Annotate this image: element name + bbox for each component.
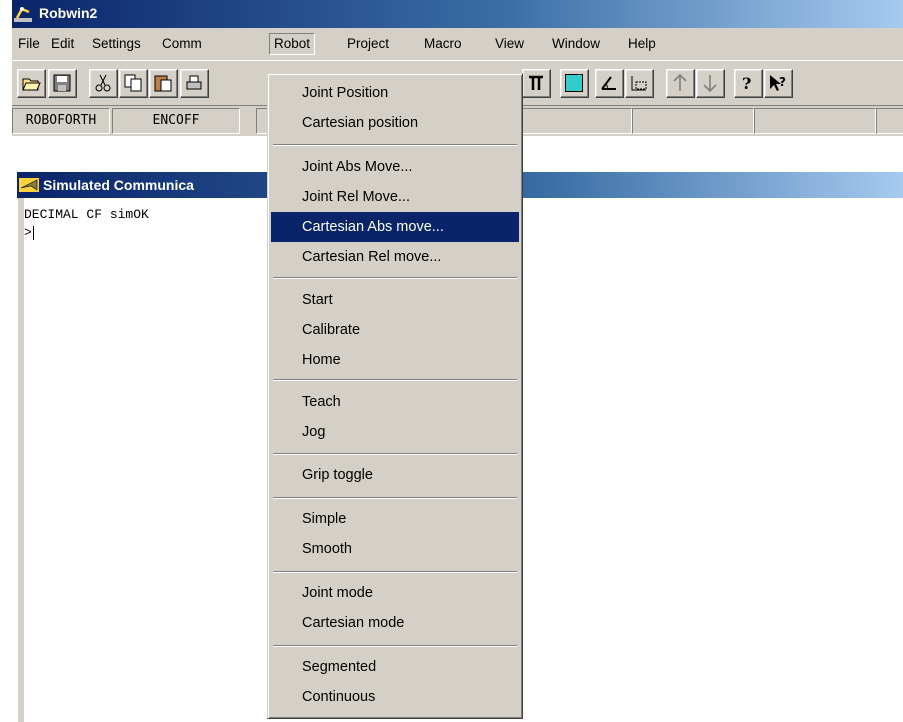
mode-panel-6[interactable] bbox=[754, 108, 876, 134]
menu-item-joint-abs-move[interactable]: Joint Abs Move... bbox=[271, 152, 519, 182]
title-bar: Robwin2 bbox=[12, 0, 903, 28]
print-icon bbox=[186, 75, 202, 90]
menu-help[interactable]: Help bbox=[628, 34, 656, 54]
console-prompt: > bbox=[24, 225, 32, 240]
menu-item-start[interactable]: Start bbox=[271, 285, 519, 315]
robot-arm-icon bbox=[14, 7, 32, 22]
window-title: Robwin2 bbox=[39, 5, 98, 21]
console-line: DECIMAL CF simOK bbox=[24, 207, 149, 222]
mode-panel-encoff[interactable]: ENCOFF bbox=[112, 108, 240, 134]
svg-text:?: ? bbox=[742, 74, 751, 93]
about-button[interactable]: ? bbox=[734, 69, 763, 98]
mode-panel-5[interactable] bbox=[632, 108, 754, 134]
paste-button[interactable] bbox=[149, 69, 178, 98]
menu-separator bbox=[273, 379, 517, 381]
up-button[interactable] bbox=[666, 69, 695, 98]
copy-button[interactable] bbox=[119, 69, 148, 98]
menu-window[interactable]: Window bbox=[552, 34, 600, 54]
angle-icon bbox=[601, 76, 616, 90]
menu-robot[interactable]: Robot bbox=[269, 33, 316, 55]
copy-icon bbox=[124, 74, 142, 92]
menu-item-cartesian-position[interactable]: Cartesian position bbox=[271, 108, 519, 138]
menu-item-grip-toggle[interactable]: Grip toggle bbox=[271, 460, 519, 490]
open-button[interactable] bbox=[17, 69, 46, 98]
trumpet-icon bbox=[19, 178, 39, 192]
terminal-output[interactable]: DECIMAL CF simOK > bbox=[24, 206, 149, 242]
mode-panel-roboforth[interactable]: ROBOFORTH bbox=[12, 108, 110, 134]
menu-separator bbox=[273, 453, 517, 455]
color-button[interactable] bbox=[560, 69, 589, 98]
arrow-up-icon bbox=[673, 73, 687, 91]
arrow-down-icon bbox=[703, 75, 717, 93]
print-button[interactable] bbox=[180, 69, 209, 98]
menu-separator bbox=[273, 277, 517, 279]
open-folder-icon bbox=[22, 78, 41, 91]
child-window-border bbox=[17, 198, 24, 722]
frame-icon bbox=[631, 76, 647, 91]
angle-button[interactable] bbox=[595, 69, 624, 98]
color-square-icon bbox=[565, 74, 583, 92]
frame-button[interactable] bbox=[625, 69, 654, 98]
about-help-icon: ? bbox=[742, 74, 751, 93]
menu-settings[interactable]: Settings bbox=[92, 34, 141, 54]
menu-item-smooth[interactable]: Smooth bbox=[271, 534, 519, 564]
menu-item-joint-rel-move[interactable]: Joint Rel Move... bbox=[271, 182, 519, 212]
menu-item-home[interactable]: Home bbox=[271, 345, 519, 375]
context-help-icon: ? bbox=[770, 75, 786, 91]
text-caret bbox=[32, 225, 34, 240]
child-window-title: Simulated Communica bbox=[43, 177, 194, 193]
menu-separator bbox=[273, 571, 517, 573]
menu-item-jog[interactable]: Jog bbox=[271, 417, 519, 447]
menu-item-cartesian-abs-move[interactable]: Cartesian Abs move... bbox=[271, 212, 519, 242]
menu-item-cartesian-mode[interactable]: Cartesian mode bbox=[271, 608, 519, 638]
menu-edit[interactable]: Edit bbox=[51, 34, 74, 54]
menu-bar: File Edit Settings Comm Robot Project Ma… bbox=[12, 28, 903, 60]
menu-item-calibrate[interactable]: Calibrate bbox=[271, 315, 519, 345]
svg-text:?: ? bbox=[779, 75, 786, 89]
mode-panel-7[interactable] bbox=[876, 108, 903, 134]
menu-view[interactable]: View bbox=[495, 34, 524, 54]
menu-item-joint-position[interactable]: Joint Position bbox=[271, 78, 519, 108]
console-prompt-line: > bbox=[24, 224, 149, 242]
menu-macro[interactable]: Macro bbox=[424, 34, 462, 54]
mode-panel-4[interactable] bbox=[508, 108, 632, 134]
menu-file[interactable]: File bbox=[18, 34, 40, 54]
menu-item-cartesian-rel-move[interactable]: Cartesian Rel move... bbox=[271, 242, 519, 272]
menu-separator bbox=[273, 645, 517, 647]
cut-button[interactable] bbox=[89, 69, 118, 98]
gripper-icon bbox=[529, 75, 543, 90]
save-button[interactable] bbox=[48, 69, 77, 98]
cut-icon bbox=[95, 74, 111, 92]
menu-project[interactable]: Project bbox=[347, 34, 389, 54]
menu-item-segmented[interactable]: Segmented bbox=[271, 652, 519, 682]
save-icon bbox=[53, 74, 71, 92]
gripper-button[interactable] bbox=[522, 69, 551, 98]
paste-icon bbox=[154, 75, 172, 92]
menu-separator bbox=[273, 144, 517, 146]
down-button[interactable] bbox=[696, 69, 725, 98]
menu-comm[interactable]: Comm bbox=[162, 34, 202, 54]
context-help-button[interactable]: ? bbox=[764, 69, 793, 98]
robot-menu-dropdown: Joint Position Cartesian position Joint … bbox=[267, 73, 523, 719]
menu-item-teach[interactable]: Teach bbox=[271, 387, 519, 417]
menu-item-simple[interactable]: Simple bbox=[271, 504, 519, 534]
menu-separator bbox=[273, 497, 517, 499]
menu-item-joint-mode[interactable]: Joint mode bbox=[271, 578, 519, 608]
menu-item-continuous[interactable]: Continuous bbox=[271, 682, 519, 712]
